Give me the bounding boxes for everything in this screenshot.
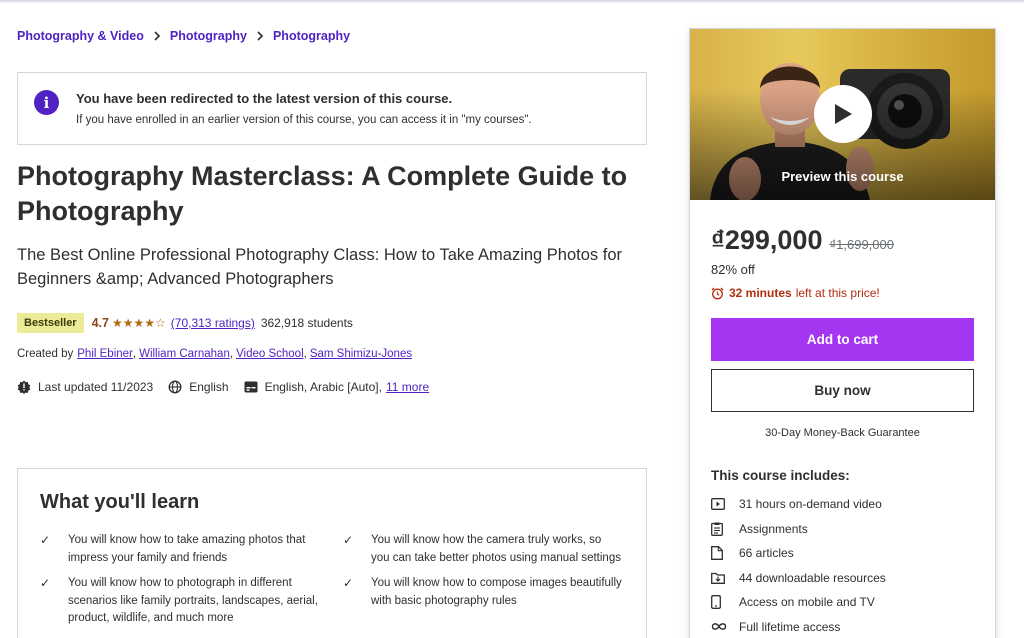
course-title: Photography Masterclass: A Complete Guid… [17, 161, 628, 226]
captions: English, Arabic [Auto], 11 more [244, 380, 429, 394]
captions-more-link[interactable]: 11 more [386, 380, 429, 394]
breadcrumb: Photography & Video Photography Photogra… [17, 29, 350, 43]
created-by: Created by Phil Ebiner, William Carnahan… [17, 348, 413, 360]
alert-title: You have been redirected to the latest v… [76, 91, 453, 106]
last-updated: Last updated 11/2023 [17, 380, 153, 394]
preview-caption: Preview this course [781, 169, 904, 184]
alert-message: If you have enrolled in an earlier versi… [76, 114, 532, 126]
list-item: Assignments [711, 517, 974, 542]
learn-list: ✓ You will know how to take amazing phot… [40, 532, 624, 628]
alert-badge-icon [17, 380, 31, 394]
learn-item: ✓ You will know how the camera truly wor… [343, 532, 623, 567]
learn-item: ✓ You will know how to take amazing phot… [40, 532, 343, 567]
money-back-guarantee: 30-Day Money-Back Guarantee [765, 427, 920, 439]
list-item: Access on mobile and TV [711, 590, 974, 615]
price-row: ₫299,000 ₫1,699,000 [711, 225, 974, 256]
top-shadow [0, 0, 1024, 3]
rating-row: Bestseller 4.7 ★★★★☆ (70,313 ratings) 36… [17, 313, 353, 333]
learn-item: ✓ You will know how to photograph in dif… [40, 575, 343, 628]
current-price: ₫299,000 [711, 225, 823, 255]
ratings-count-link[interactable]: (70,313 ratings) [171, 316, 255, 330]
info-icon: i [34, 90, 59, 115]
checkmark-icon: ✓ [343, 533, 354, 547]
video-icon [711, 498, 739, 511]
purchase-sidebar: Preview this course ₫299,000 ₫1,699,000 … [689, 28, 996, 638]
rating-value: 4.7 [91, 316, 109, 330]
includes-list: 31 hours on-demand video Assignments 66 … [711, 492, 974, 638]
instructor-link[interactable]: Phil Ebiner [77, 348, 133, 360]
breadcrumb-link-photography-video[interactable]: Photography & Video [17, 29, 144, 43]
language-text: English [189, 380, 229, 394]
list-item: 66 articles [711, 541, 974, 566]
what-youll-learn: What you'll learn ✓ You will know how to… [17, 468, 647, 638]
download-icon [711, 572, 739, 584]
timer-text: left at this price! [795, 286, 880, 300]
alarm-clock-icon [711, 287, 724, 299]
learn-item: ✓ You will know how to compose images be… [343, 575, 623, 628]
mobile-icon [711, 595, 739, 610]
play-icon[interactable] [814, 85, 872, 143]
assignment-icon [711, 522, 739, 536]
chevron-right-icon [153, 31, 161, 41]
learn-heading: What you'll learn [40, 491, 200, 513]
price-section: ₫299,000 ₫1,699,000 82% off 32 minutes l… [690, 225, 995, 638]
original-price: ₫1,699,000 [829, 237, 894, 252]
course-subtitle: The Best Online Professional Photography… [17, 246, 623, 288]
add-to-cart-button[interactable]: Add to cart [711, 318, 974, 361]
rating-stars: ★★★★☆ [111, 316, 166, 330]
captions-text: English, Arabic [Auto], [264, 380, 382, 394]
instructor-link[interactable]: William Carnahan [139, 348, 230, 360]
last-updated-text: Last updated 11/2023 [38, 380, 154, 394]
article-icon [711, 546, 739, 561]
redirect-alert: i You have been redirected to the latest… [17, 72, 647, 145]
includes-title: This course includes: [711, 468, 850, 483]
created-by-label: Created by [17, 348, 74, 360]
students-count: 362,918 students [260, 316, 353, 330]
alert-text: You have been redirected to the latest v… [76, 89, 532, 144]
breadcrumb-link-photography-topic[interactable]: Photography [273, 29, 350, 43]
breadcrumb-link-photography[interactable]: Photography [170, 29, 247, 43]
list-item: Full lifetime access [711, 615, 974, 638]
list-item: 44 downloadable resources [711, 566, 974, 591]
buy-now-button[interactable]: Buy now [711, 369, 974, 412]
list-item: 31 hours on-demand video [711, 492, 974, 517]
timer-minutes: 32 minutes [729, 286, 792, 300]
course-details: Last updated 11/2023 English English, Ar… [17, 380, 444, 394]
checkmark-icon: ✓ [40, 533, 51, 547]
instructor-link[interactable]: Video School [236, 348, 304, 360]
closed-captions-icon [244, 381, 258, 393]
bestseller-badge: Bestseller [17, 313, 84, 333]
instructor-link[interactable]: Sam Shimizu-Jones [310, 348, 412, 360]
chevron-right-icon [256, 31, 264, 41]
discount-percent: 82% off [711, 262, 755, 277]
discount-timer: 32 minutes left at this price! [711, 286, 974, 300]
globe-icon [168, 380, 182, 394]
course-preview-video[interactable]: Preview this course [690, 29, 995, 200]
checkmark-icon: ✓ [343, 576, 354, 590]
infinity-icon [711, 622, 739, 631]
checkmark-icon: ✓ [40, 576, 51, 590]
language: English [168, 380, 229, 394]
